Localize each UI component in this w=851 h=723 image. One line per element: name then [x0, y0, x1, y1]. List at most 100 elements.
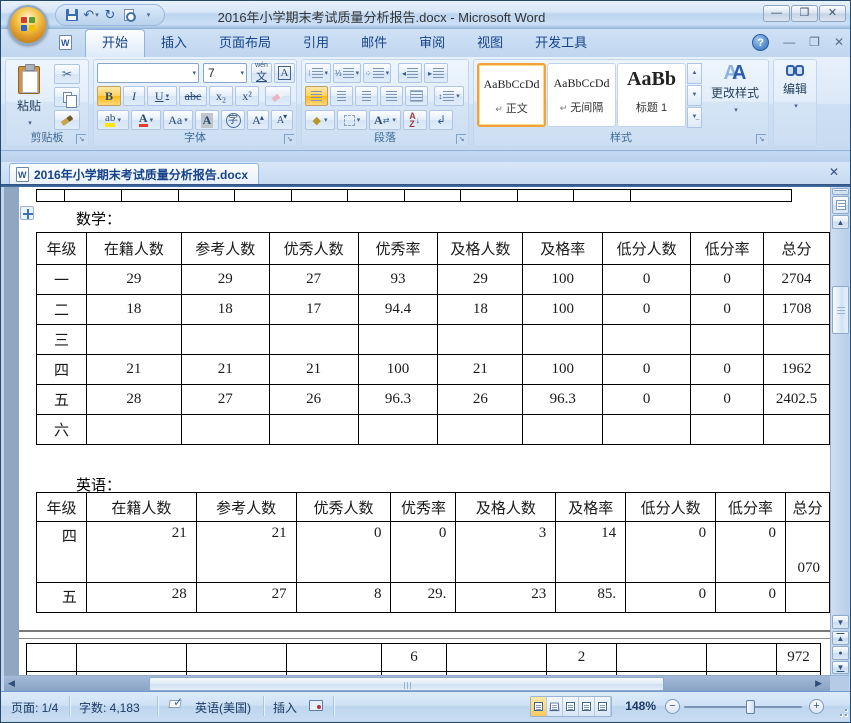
document-tab[interactable]: 2016年小学期末考试质量分析报告.docx [9, 163, 259, 184]
change-case-button[interactable]: Aa▾ [163, 110, 193, 130]
close-button[interactable]: ✕ [819, 5, 846, 22]
format-painter-button[interactable] [54, 110, 80, 130]
english-table[interactable]: 年级在籍人数参考人数优秀人数优秀率及格人数及格率低分人数低分率总分四212100… [36, 492, 830, 613]
show-marks-button[interactable]: ↲ [429, 110, 453, 130]
style-card-标题 1[interactable]: AaBb标题 1 [617, 63, 686, 127]
grow-font-button[interactable]: A▴ [247, 110, 269, 130]
multilevel-list-button[interactable]: ⁘▾ [363, 63, 391, 83]
horizontal-scroll-thumb[interactable] [149, 677, 664, 691]
document-page[interactable]: 数学： 年级在籍人数参考人数优秀人数优秀率及格人数及格率低分人数低分率总分一29… [19, 187, 830, 675]
help-button[interactable]: ? [752, 34, 769, 51]
superscript-button[interactable]: x² [235, 86, 259, 106]
styles-dialog-launcher[interactable]: ↘ [756, 134, 766, 144]
change-styles-button[interactable]: AA 更改样式 ▾ [705, 62, 765, 134]
web-layout-view-button[interactable] [563, 697, 579, 716]
justify-button[interactable] [380, 86, 403, 106]
vertical-scroll-thumb[interactable] [832, 286, 849, 334]
zoom-slider-thumb[interactable] [746, 700, 755, 714]
style-card-正文[interactable]: AaBbCcDd↵ 正文 [477, 63, 546, 127]
font-name-combo[interactable]: ▾ [97, 63, 199, 83]
zoom-in-button[interactable]: + [809, 699, 824, 714]
zoom-level[interactable]: 148% [625, 699, 656, 713]
restore-button[interactable]: ❐ [791, 5, 818, 22]
split-handle[interactable]: ⸺ [832, 188, 849, 195]
italic-button[interactable]: I [123, 86, 145, 106]
character-shading-button[interactable]: A [195, 110, 219, 130]
strikethrough-button[interactable]: abc [179, 86, 207, 106]
distribute-button[interactable] [405, 86, 428, 106]
decrease-indent-button[interactable]: ◂ [398, 63, 422, 83]
increase-indent-button[interactable]: ▸ [424, 63, 448, 83]
word-count[interactable]: 字数: 4,183 [79, 699, 140, 716]
copy-button[interactable] [54, 87, 80, 107]
character-border-button[interactable]: A [274, 63, 295, 83]
font-size-combo[interactable]: 7▾ [203, 63, 247, 83]
table-move-handle[interactable] [20, 206, 34, 220]
bold-button[interactable]: B [97, 86, 121, 106]
borders-button[interactable]: ▾ [337, 110, 367, 130]
scroll-down-button[interactable]: ▼ [832, 615, 849, 629]
doc-minimize-button[interactable]: — [783, 34, 795, 51]
zoom-slider-track[interactable] [684, 706, 802, 708]
ribbon-tab-开始[interactable]: 开始 [85, 29, 145, 57]
line-spacing-button[interactable]: ↕▾ [434, 86, 464, 106]
draft-view-button[interactable] [595, 697, 611, 716]
scroll-up-button[interactable]: ▲ [832, 215, 849, 229]
bullets-button[interactable]: ⁝▾ [305, 63, 331, 83]
paragraph-dialog-launcher[interactable]: ↘ [456, 134, 466, 144]
shading-button[interactable]: ◆▾ [305, 110, 335, 130]
styles-scroll-down-button[interactable]: ▼ [687, 85, 702, 106]
align-center-button[interactable] [330, 86, 353, 106]
phonetic-guide-button[interactable]: wén文 [251, 63, 272, 83]
scroll-left-button[interactable]: ◀ [8, 678, 15, 689]
doc-restore-button[interactable]: ❐ [809, 34, 820, 51]
ribbon-tab-审阅[interactable]: 审阅 [403, 29, 461, 57]
ribbon-tab-邮件[interactable]: 邮件 [345, 29, 403, 57]
zoom-out-button[interactable]: − [665, 699, 680, 714]
highlight-color-button[interactable]: ab▾ [97, 110, 129, 130]
outline-view-button[interactable] [579, 697, 595, 716]
fullscreen-reading-view-button[interactable] [547, 697, 563, 716]
office-button[interactable] [8, 5, 48, 45]
styles-scroll-up-button[interactable]: ▲ [687, 63, 702, 84]
shrink-font-button[interactable]: A▾ [271, 110, 293, 130]
style-card-无间隔[interactable]: AaBbCcDd↵ 无间隔 [547, 63, 616, 127]
page-indicator[interactable]: 页面: 1/4 [11, 699, 58, 716]
cut-button[interactable]: ✂ [54, 64, 80, 84]
clipboard-dialog-launcher[interactable]: ↘ [76, 134, 86, 144]
ribbon-tab-页面布局[interactable]: 页面布局 [203, 29, 287, 57]
font-color-button[interactable]: A▾ [131, 110, 161, 130]
font-dialog-launcher[interactable]: ↘ [284, 134, 294, 144]
macro-record-button[interactable] [309, 700, 323, 714]
ruler-toggle-button[interactable] [832, 196, 849, 214]
language-status[interactable]: 英语(美国) [195, 699, 251, 716]
subscript-button[interactable]: x₂ [209, 86, 233, 106]
scroll-right-button[interactable]: ▶ [815, 678, 822, 689]
horizontal-scrollbar[interactable]: ◀ ▶ [4, 675, 830, 691]
paste-button[interactable]: 粘贴 ▾ [9, 63, 49, 133]
ribbon-tab-视图[interactable]: 视图 [461, 29, 519, 57]
ribbon-tab-插入[interactable]: 插入 [145, 29, 203, 57]
math-table[interactable]: 年级在籍人数参考人数优秀人数优秀率及格人数及格率低分人数低分率总分一292927… [36, 232, 830, 445]
spell-check-status[interactable]: ✓ [169, 698, 183, 713]
align-left-button[interactable] [305, 86, 328, 106]
ribbon-tab-引用[interactable]: 引用 [287, 29, 345, 57]
print-layout-view-button[interactable] [531, 697, 547, 716]
select-browse-object-button[interactable]: ● [832, 646, 849, 660]
align-right-button[interactable] [355, 86, 378, 106]
enclose-characters-button[interactable]: 字 [221, 110, 245, 130]
vertical-scrollbar[interactable]: ⸺ ▲ ▼ ▲ ● ▼ [830, 187, 849, 675]
asian-layout-button[interactable]: A⇄▾ [369, 110, 401, 130]
ribbon-tab-开发工具[interactable]: 开发工具 [519, 29, 603, 57]
doc-close-button[interactable]: ✕ [834, 34, 844, 51]
minimize-button[interactable]: — [763, 5, 790, 22]
previous-page-button[interactable]: ▲ [832, 631, 849, 645]
styles-more-button[interactable]: ▼̲ [687, 107, 702, 128]
underline-button[interactable]: U▾ [147, 86, 177, 106]
insert-mode-status[interactable]: 插入 [273, 699, 297, 716]
clear-formatting-button[interactable] [265, 86, 291, 106]
numbering-button[interactable]: ⅓▾ [333, 63, 361, 83]
document-close-icon[interactable]: ✕ [826, 165, 842, 179]
editing-button[interactable]: 编辑 ▾ [776, 62, 814, 134]
next-page-button[interactable]: ▼ [832, 661, 849, 674]
